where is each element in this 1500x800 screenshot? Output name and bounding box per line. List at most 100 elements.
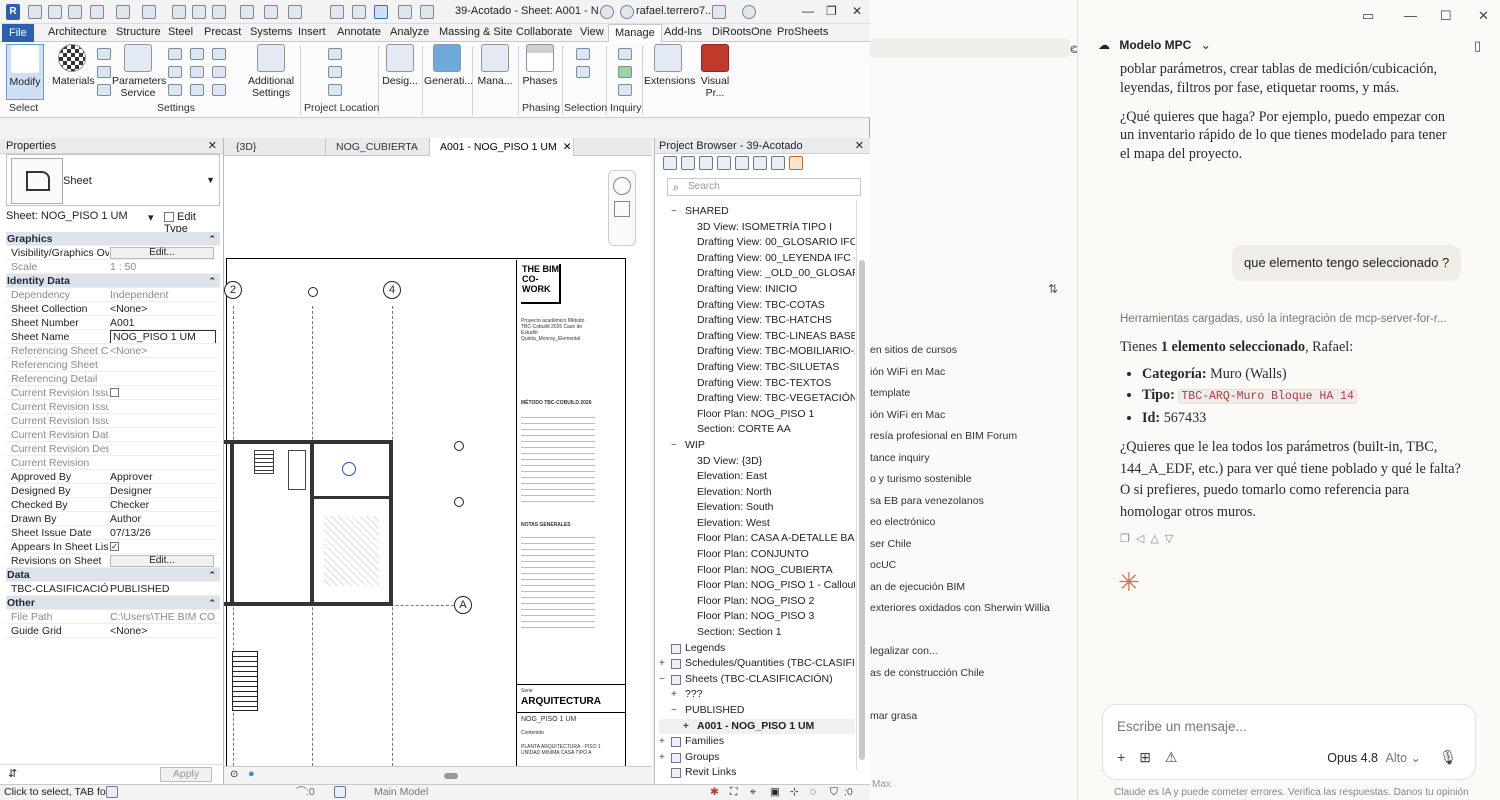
browser-tree-item[interactable]: Floor Plan: NOG_PISO 1 xyxy=(659,407,855,423)
shared-parameters-icon[interactable] xyxy=(168,66,182,78)
browser-tree-item[interactable]: Revit Links xyxy=(659,765,855,781)
conversation-item[interactable]: sa EB para venezolanos xyxy=(870,495,984,507)
browser-tree-item[interactable]: Floor Plan: CASA A-DETALLE BAÑO xyxy=(659,531,855,547)
browser-tree-item[interactable]: − Sheets (TBC-CLASIFICACIÓN) xyxy=(659,672,855,688)
copy-icon[interactable]: ❐ xyxy=(1120,533,1136,545)
microphone-icon[interactable]: 🎙 xyxy=(1439,749,1457,766)
parameters-service-button[interactable]: Parameters Service xyxy=(112,44,166,99)
minimize-icon[interactable]: — xyxy=(1404,8,1417,23)
browser-search-input[interactable]: ⌕ Search xyxy=(667,178,861,196)
conversation-item[interactable]: mar grasa xyxy=(870,710,917,722)
property-section[interactable]: Data ⌃ xyxy=(6,568,220,582)
bulb-icon[interactable]: ● xyxy=(248,768,255,780)
close-icon[interactable]: ✕ xyxy=(855,139,864,152)
undo-icon[interactable] xyxy=(116,5,130,19)
folder-icon[interactable]: ⊞ xyxy=(1139,749,1151,765)
tool-usage-summary[interactable]: Herramientas cargadas, usó la integració… xyxy=(1120,313,1460,325)
browser-tree-item[interactable]: Drafting View: TBC-VEGETACIÓN xyxy=(659,391,855,407)
browser-tree-item[interactable]: Section: CORTE AA xyxy=(659,422,855,438)
wall[interactable] xyxy=(310,440,314,606)
dimension-icon[interactable] xyxy=(212,5,226,19)
browser-scrollbar[interactable] xyxy=(856,200,866,770)
property-value[interactable]: <None> xyxy=(110,624,216,637)
measure-icon[interactable] xyxy=(192,5,206,19)
save-icon[interactable] xyxy=(68,5,82,19)
customize-qat-icon[interactable] xyxy=(420,5,434,19)
grid-bubble[interactable] xyxy=(454,441,464,451)
position-icon[interactable] xyxy=(328,84,342,96)
type-selector[interactable]: Sheet ▼ xyxy=(6,154,220,206)
materials-button[interactable]: Materials xyxy=(52,44,95,87)
cart-icon[interactable] xyxy=(712,5,726,19)
instance-selector[interactable]: Sheet: NOG_PISO 1 UM ▾ Edit Type xyxy=(6,210,220,235)
speak-icon[interactable]: ◁ xyxy=(1136,533,1150,545)
grid-bubble[interactable] xyxy=(308,287,318,297)
browser-tree-item[interactable]: + Schedules/Quantities (TBC-CLASIFICACIÓ xyxy=(659,656,855,672)
model-selector[interactable]: Opus 4.8 Alto ⌄ xyxy=(1327,750,1421,765)
minimize-icon[interactable]: — xyxy=(802,4,814,18)
property-value[interactable]: 07/13/26 xyxy=(110,526,216,539)
select-underlay-icon[interactable]: ⛶ xyxy=(730,785,737,800)
tab-steel[interactable]: Steel xyxy=(168,26,193,38)
alert-icon[interactable]: ⚠ xyxy=(1165,749,1178,765)
background-process-icon[interactable]: ◌ xyxy=(810,785,816,800)
browser-tree-item[interactable]: +??? xyxy=(659,687,855,703)
wall[interactable] xyxy=(389,440,393,606)
property-section[interactable]: Identity Data ⌃ xyxy=(6,274,220,288)
browser-tree-item[interactable]: Elevation: South xyxy=(659,500,855,516)
browser-tree-item[interactable]: + Groups xyxy=(659,750,855,766)
redo-icon[interactable] xyxy=(142,5,156,19)
view-tab-nog-cubierta[interactable]: NOG_CUBIERTA xyxy=(326,138,430,156)
sidebar-toggle-icon[interactable]: ▭ xyxy=(1362,8,1374,24)
grid-bubble[interactable] xyxy=(454,497,464,507)
tab-view[interactable]: View xyxy=(580,26,604,38)
close-icon[interactable]: ✕ xyxy=(208,139,217,152)
switch-windows-icon[interactable] xyxy=(398,5,412,19)
add-icon[interactable]: + xyxy=(1117,749,1125,765)
worksharing-icon[interactable] xyxy=(106,786,118,798)
close-icon[interactable]: ✕ xyxy=(852,4,862,18)
browser-tree-item[interactable]: Drafting View: 00_GLOSARIO IFC - Ter xyxy=(659,235,855,251)
design-option-icon[interactable] xyxy=(334,786,346,798)
print-icon[interactable] xyxy=(172,5,186,19)
mep-settings-icon[interactable] xyxy=(212,66,226,78)
zoom-icon[interactable] xyxy=(614,201,630,217)
select-by-id-icon[interactable] xyxy=(576,48,590,60)
modify-button[interactable]: Modify xyxy=(6,44,44,100)
tab-add-ins[interactable]: Add-Ins xyxy=(664,26,702,38)
browser-tree-item[interactable]: Drafting View: TBC-MOBILIARIO-2 xyxy=(659,344,855,360)
browser-tree-item[interactable]: 3D View: ISOMETRÍA TIPO I xyxy=(659,220,855,236)
browser-tree-item[interactable]: + A001 - NOG_PISO 1 UM xyxy=(659,718,855,735)
property-value[interactable]: A001 xyxy=(110,316,216,329)
grid-bubble-4[interactable]: 4 xyxy=(383,281,401,299)
tab-prosheets[interactable]: ProSheets xyxy=(777,26,828,38)
panel-schedule-icon[interactable] xyxy=(212,84,226,96)
property-section[interactable]: Other ⌃ xyxy=(6,596,220,610)
thin-lines-icon[interactable] xyxy=(374,5,388,19)
object-styles-icon[interactable] xyxy=(97,48,111,60)
grid-bubble-a[interactable]: A xyxy=(454,596,472,614)
sheet-view-icon[interactable] xyxy=(717,156,731,170)
open-icon[interactable] xyxy=(48,5,62,19)
browser-tree-item[interactable]: Drafting View: TBC-HATCHS xyxy=(659,313,855,329)
browser-tree-item[interactable]: + Families xyxy=(659,734,855,750)
view-tab-3d[interactable]: {3D} xyxy=(226,138,326,156)
user-icon[interactable] xyxy=(620,5,634,19)
tab-file[interactable]: File xyxy=(2,24,34,42)
tab-insert[interactable]: Insert xyxy=(298,26,326,38)
collapse-icon[interactable]: − xyxy=(671,703,681,719)
project-info-icon[interactable] xyxy=(97,84,111,96)
tab-collaborate[interactable]: Collaborate xyxy=(516,26,572,38)
browser-tree-item[interactable]: Floor Plan: NOG_PISO 1 - Callout 1 xyxy=(659,578,855,594)
collapse-icon[interactable]: − xyxy=(659,672,669,688)
conversation-item[interactable]: exteriores oxidados con Sherwin Willia xyxy=(870,602,1050,614)
tab-architecture[interactable]: Architecture xyxy=(48,26,107,38)
panel-select-label[interactable]: Select xyxy=(9,102,38,114)
conversation-item[interactable]: ser Chile xyxy=(870,538,911,550)
groups-icon[interactable] xyxy=(771,156,785,170)
tab-manage[interactable]: Manage xyxy=(608,24,662,43)
browser-tree-item[interactable]: Floor Plan: CONJUNTO xyxy=(659,547,855,563)
project-parameters-icon[interactable] xyxy=(168,48,182,60)
navigation-bar[interactable] xyxy=(608,170,636,246)
warnings-icon[interactable] xyxy=(618,66,632,78)
